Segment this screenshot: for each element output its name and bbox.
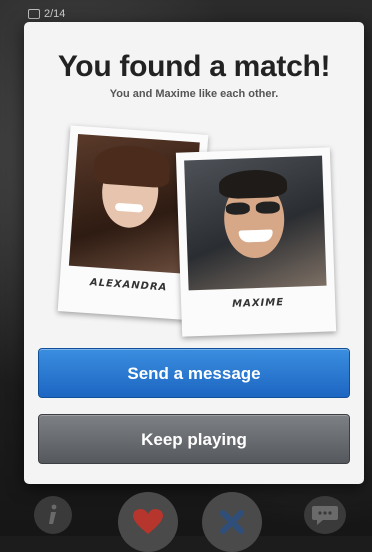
photo-counter-icon <box>28 9 40 19</box>
match-title: You found a match! <box>57 50 331 83</box>
send-message-button[interactable]: Send a message <box>38 348 350 398</box>
chat-bubble-icon <box>312 506 338 525</box>
x-icon <box>220 510 244 534</box>
heart-icon <box>133 509 163 534</box>
like-button[interactable] <box>118 492 178 552</box>
chat-button[interactable] <box>304 496 346 534</box>
keep-playing-button[interactable]: Keep playing <box>38 414 350 464</box>
profile-polaroid-maxime: Maxime <box>175 147 337 337</box>
bottom-action-bar <box>0 488 372 552</box>
dismiss-button[interactable] <box>202 492 262 552</box>
match-subtitle: You and Maxime like each other. <box>109 88 279 100</box>
profile-photo-maxime <box>184 155 327 291</box>
status-bar: 2/14 <box>28 6 65 22</box>
info-icon[interactable] <box>34 496 72 534</box>
photo-counter: 2/14 <box>44 8 66 20</box>
match-dialog: You found a match! You and Maxime like e… <box>24 22 364 484</box>
